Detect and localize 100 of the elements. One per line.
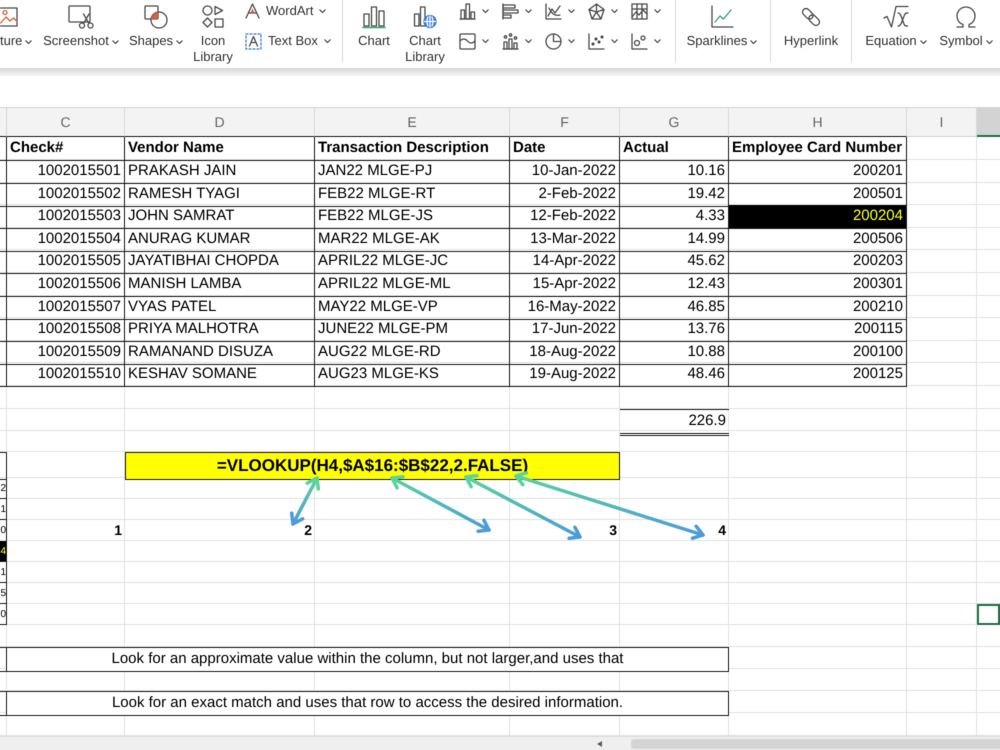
table-cell: 1002015506 <box>7 273 125 296</box>
table-cell: 1002015507 <box>7 296 125 320</box>
ribbon-button[interactable]: Equation <box>861 0 931 49</box>
table-cell: 16-May-2022 <box>510 296 620 320</box>
total-cell: 226.9 <box>620 409 729 436</box>
table-cell: MAR22 MLGE-AK <box>315 228 510 252</box>
ribbon-button[interactable]: Chart <box>354 0 394 49</box>
table-cell: 1 <box>0 562 7 583</box>
table-cell: RAMANAND DISUZA <box>125 341 315 364</box>
table-cell: 1002015501 <box>7 160 125 184</box>
table-cell: 200125 <box>729 363 907 386</box>
table-cell: 200201 <box>729 160 907 184</box>
omega-icon <box>954 5 978 29</box>
scroll-left-arrow-icon[interactable] <box>597 740 602 746</box>
caret-icon <box>324 39 331 43</box>
ribbon-button[interactable]: Sparklines <box>684 0 760 49</box>
table-cell: JAYATIBHAI CHOPDA <box>125 250 315 274</box>
table-header-cell: Transaction Description <box>315 137 510 160</box>
ribbon-button[interactable]: Shapes <box>128 0 184 49</box>
table-cell: 5 <box>0 583 7 604</box>
callout-number: 3 <box>608 521 618 540</box>
caret-icon <box>986 40 993 44</box>
table-cell: 12-Feb-2022 <box>510 205 620 228</box>
table-cell: 1 <box>0 499 7 520</box>
table-cell: 10-Jan-2022 <box>510 160 620 184</box>
line-chart-icon <box>544 2 562 20</box>
column-header[interactable]: D <box>125 108 315 137</box>
table-cell: 1002015504 <box>7 228 125 252</box>
table-cell: 200506 <box>729 228 907 252</box>
table-cell: 200203 <box>729 250 907 274</box>
table-cell: 14-Apr-2022 <box>510 250 620 274</box>
note-cell: Look for an exact match and uses that row to access the desired information. <box>7 691 729 716</box>
wordart-icon <box>245 3 260 19</box>
caret-icon <box>610 9 618 13</box>
caret-icon <box>524 39 532 43</box>
table-cell: APRIL22 MLGE-JC <box>315 250 510 274</box>
column-header[interactable]: C <box>7 108 125 137</box>
table-cell: 1002015509 <box>7 341 125 364</box>
table-cell: JAN22 MLGE-PJ <box>315 160 510 184</box>
ribbon-button[interactable]: Text Box <box>242 30 334 52</box>
ribbon-button[interactable]: Symbol <box>935 0 997 49</box>
table-cell: 18-Aug-2022 <box>510 341 620 364</box>
caret-icon <box>524 9 532 13</box>
shapes-grid-icon <box>202 5 224 29</box>
table-cell: 14.99 <box>620 228 729 252</box>
caret-icon <box>610 39 618 43</box>
table-cell: 10.16 <box>620 160 729 184</box>
callout-number: 2 <box>303 521 313 540</box>
table-cell: MANISH LAMBA <box>125 273 315 296</box>
surface-chart-icon <box>630 2 648 20</box>
table-cell: RAMESH TYAGI <box>125 183 315 206</box>
table-cell: 13-Mar-2022 <box>510 228 620 252</box>
ribbon-button[interactable]: WordArt <box>242 0 334 22</box>
table-header-cell: Date <box>510 137 620 160</box>
ribbon-button[interactable]: Icon Library <box>190 0 236 65</box>
callout-number: 4 <box>717 521 727 540</box>
active-cell[interactable] <box>977 604 1000 625</box>
caret-icon <box>750 40 758 44</box>
radar-chart-icon <box>588 2 604 20</box>
table-cell: KESHAV SOMANE <box>125 363 315 386</box>
callout-number: 1 <box>113 521 123 540</box>
text-box-icon <box>245 32 262 50</box>
table-cell <box>0 452 7 480</box>
caret-icon <box>25 40 32 44</box>
table-header-cell: Check# <box>7 137 125 160</box>
table-cell: ANURAG KUMAR <box>125 228 315 252</box>
table-header-cell: Vendor Name <box>125 137 315 160</box>
table-cell: PRIYA MALHOTRA <box>125 318 315 342</box>
table-cell: 1002015508 <box>7 318 125 342</box>
area-chart-icon <box>458 32 476 50</box>
table-cell: 1002015503 <box>7 205 125 228</box>
column-header[interactable]: F <box>510 108 620 137</box>
column-header[interactable]: G <box>620 108 729 137</box>
table-cell: 200204 <box>729 205 907 228</box>
horizontal-bar-chart-icon <box>502 2 518 20</box>
column-header[interactable]: H <box>729 108 907 137</box>
table-cell: 2-Feb-2022 <box>510 183 620 206</box>
table-cell: 46.85 <box>620 296 729 320</box>
bubble-chart-icon <box>630 32 648 50</box>
combo-chart-icon <box>502 32 518 50</box>
caret-icon <box>568 39 574 43</box>
scatter-chart-icon <box>588 32 604 50</box>
ribbon-button[interactable]: Chart Library <box>402 0 448 65</box>
scrollbar-thumb[interactable] <box>631 738 1000 748</box>
ribbon-button[interactable]: ture <box>0 0 34 49</box>
table-cell: AUG22 MLGE-RD <box>315 341 510 364</box>
formula-cell: =VLOOKUP(H4,$A$16:$B$22,2.FALSE) <box>125 452 620 480</box>
table-cell: 13.76 <box>620 318 729 342</box>
table-cell: 0 <box>0 604 7 625</box>
table-cell: FEB22 MLGE-RT <box>315 183 510 206</box>
table-cell: 19-Aug-2022 <box>510 363 620 386</box>
table-cell: 12.43 <box>620 273 729 296</box>
square-root-icon <box>883 5 909 29</box>
ribbon-button[interactable]: Hyperlink <box>780 0 842 49</box>
ribbon-button[interactable]: Screenshot <box>42 0 120 49</box>
shapes-icon <box>144 5 168 29</box>
caret-icon <box>176 40 184 44</box>
table-cell: APRIL22 MLGE-ML <box>315 273 510 296</box>
table-cell: 1002015502 <box>7 183 125 206</box>
column-header[interactable]: E <box>315 108 510 137</box>
